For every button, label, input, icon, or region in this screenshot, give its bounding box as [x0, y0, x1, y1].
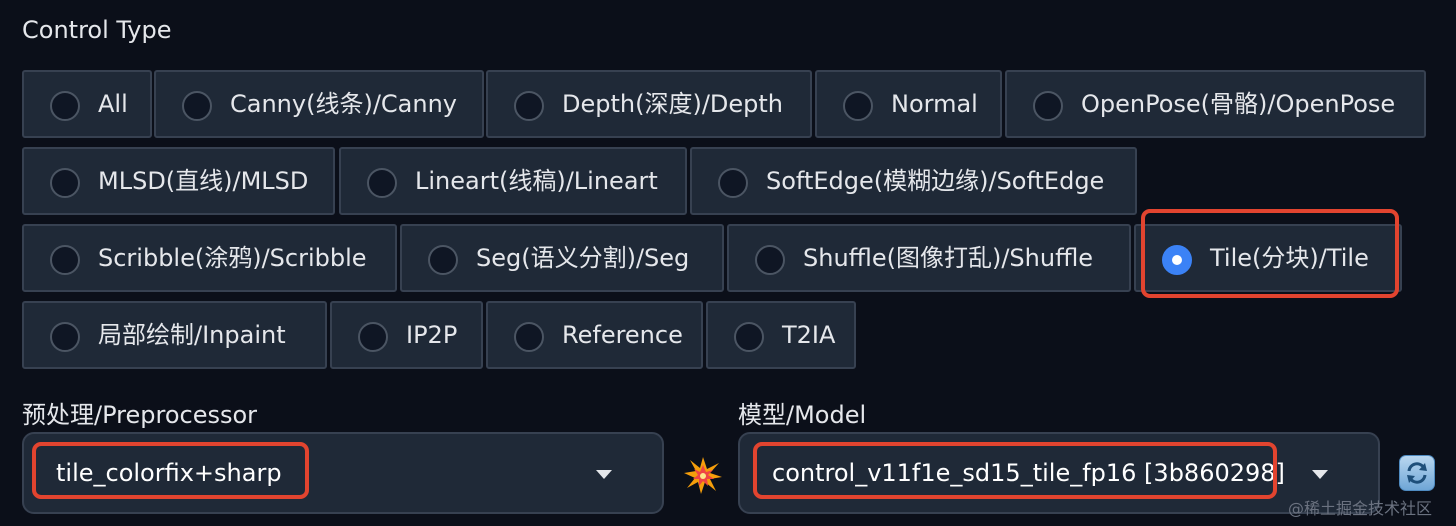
control-type-option-openpose[interactable]: OpenPose(骨骼)/OpenPose — [1005, 70, 1426, 138]
radio-reference[interactable] — [514, 322, 544, 352]
control-type-option-reference[interactable]: Reference — [486, 301, 703, 369]
model-label: 模型/Model — [738, 401, 867, 429]
preprocessor-label: 预处理/Preprocessor — [22, 401, 258, 429]
collision-spark-icon[interactable] — [683, 455, 723, 495]
control-type-option-shuffle[interactable]: Shuffle(图像打乱)/Shuffle — [727, 224, 1131, 292]
radio-canny[interactable] — [182, 91, 212, 121]
radio-lineart[interactable] — [367, 168, 397, 198]
option-label: OpenPose(骨骼)/OpenPose — [1081, 90, 1396, 118]
refresh-button[interactable] — [1399, 455, 1435, 491]
radio-mlsd[interactable] — [50, 168, 80, 198]
option-label: Canny(线条)/Canny — [230, 90, 457, 118]
chevron-down-icon — [596, 470, 612, 479]
watermark: @稀土掘金技术社区 — [1288, 499, 1433, 518]
option-label: MLSD(直线)/MLSD — [98, 167, 309, 195]
control-type-option-seg[interactable]: Seg(语义分割)/Seg — [400, 224, 724, 292]
radio-openpose[interactable] — [1033, 91, 1063, 121]
radio-seg[interactable] — [428, 245, 458, 275]
option-label: Normal — [891, 90, 978, 118]
option-label: IP2P — [406, 321, 458, 349]
control-type-option-mlsd[interactable]: MLSD(直线)/MLSD — [22, 147, 335, 215]
control-type-option-scribble[interactable]: Scribble(涂鸦)/Scribble — [22, 224, 397, 292]
model-value: control_v11f1e_sd15_tile_fp16 [3b860298] — [772, 459, 1285, 487]
control-type-option-tile[interactable]: Tile(分块)/Tile — [1134, 224, 1402, 292]
radio-scribble[interactable] — [50, 245, 80, 275]
preprocessor-dropdown[interactable]: tile_colorfix+sharp — [22, 432, 664, 514]
option-label: T2IA — [782, 321, 836, 349]
option-label: Scribble(涂鸦)/Scribble — [98, 244, 367, 272]
option-label: Shuffle(图像打乱)/Shuffle — [803, 244, 1094, 272]
option-label: Tile(分块)/Tile — [1210, 244, 1369, 272]
option-label: SoftEdge(模糊边缘)/SoftEdge — [766, 167, 1105, 195]
control-type-option-t2ia[interactable]: T2IA — [706, 301, 856, 369]
option-label: Depth(深度)/Depth — [562, 90, 784, 118]
refresh-icon — [1407, 462, 1427, 484]
radio-all[interactable] — [50, 91, 80, 121]
preprocessor-value: tile_colorfix+sharp — [56, 459, 282, 487]
radio-tile-selected[interactable] — [1162, 245, 1192, 275]
chevron-down-icon — [1312, 470, 1328, 479]
option-label: Lineart(线稿)/Lineart — [415, 167, 658, 195]
controlnet-panel: Control Type All Canny(线条)/Canny Depth(深… — [0, 0, 1456, 526]
option-label: Seg(语义分割)/Seg — [476, 244, 690, 272]
option-label: All — [98, 90, 128, 118]
model-dropdown[interactable]: control_v11f1e_sd15_tile_fp16 [3b860298] — [738, 432, 1380, 514]
radio-shuffle[interactable] — [755, 245, 785, 275]
control-type-option-softedge[interactable]: SoftEdge(模糊边缘)/SoftEdge — [690, 147, 1137, 215]
radio-ip2p[interactable] — [358, 322, 388, 352]
control-type-option-inpaint[interactable]: 局部绘制/Inpaint — [22, 301, 327, 369]
radio-depth[interactable] — [514, 91, 544, 121]
control-type-option-normal[interactable]: Normal — [815, 70, 1002, 138]
control-type-option-all[interactable]: All — [22, 70, 152, 138]
control-type-option-canny[interactable]: Canny(线条)/Canny — [154, 70, 484, 138]
radio-softedge[interactable] — [718, 168, 748, 198]
control-type-label: Control Type — [22, 16, 172, 44]
radio-t2ia[interactable] — [734, 322, 764, 352]
radio-inpaint[interactable] — [50, 322, 80, 352]
control-type-option-depth[interactable]: Depth(深度)/Depth — [486, 70, 812, 138]
option-label: Reference — [562, 321, 683, 349]
control-type-option-ip2p[interactable]: IP2P — [330, 301, 483, 369]
radio-normal[interactable] — [843, 91, 873, 121]
control-type-option-lineart[interactable]: Lineart(线稿)/Lineart — [339, 147, 687, 215]
option-label: 局部绘制/Inpaint — [98, 321, 286, 349]
